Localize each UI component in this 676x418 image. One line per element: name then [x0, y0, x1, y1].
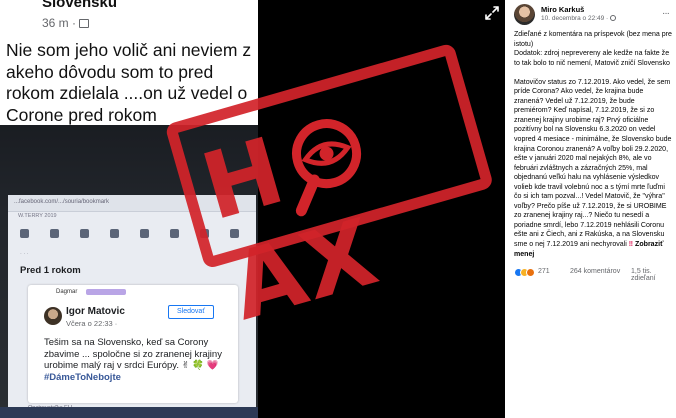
taskbar: [0, 407, 258, 418]
post-panel: Miro Karkuš 10. decembra o 22:49 · ··· Z…: [505, 0, 676, 418]
post-author[interactable]: Miro Karkuš: [541, 5, 584, 14]
memory-card: Dagmar Igor Matovic Včera o 22:33 · Sled…: [28, 285, 238, 403]
nav-icon: [80, 229, 89, 238]
nav-icon: [50, 229, 59, 238]
nav-icon: [140, 229, 149, 238]
laptop-subheading-small: · · ·: [20, 251, 29, 257]
memory-user: Dagmar: [56, 289, 78, 295]
reactions-bar: 271 264 komentárov 1,5 tis. zdieľaní: [514, 268, 674, 282]
follow-button: Sledovať: [168, 305, 214, 319]
post-text: Zdieľané z komentára na príspevok (bez m…: [514, 30, 674, 259]
nav-icon: [170, 229, 179, 238]
reactions-count[interactable]: 271: [538, 268, 550, 275]
phone-post-name: Slovensku: [42, 0, 118, 11]
post-body-text: Zdieľané z komentára na príspevok (bez m…: [514, 31, 672, 249]
hashtag: #DámeToNebojte: [44, 371, 121, 383]
warning-icon: ‼: [628, 241, 634, 249]
people-icon: [79, 19, 90, 28]
nav-icon: [20, 229, 29, 238]
browser-url: ...facebook.com/.../souria/bookmark: [14, 199, 110, 205]
photo-viewer[interactable]: Slovensku 36 m · Nie som jeho volič ani …: [0, 0, 505, 418]
author-avatar[interactable]: [514, 4, 535, 25]
angry-reaction-icon: [526, 268, 535, 277]
expand-icon[interactable]: [485, 6, 499, 20]
redaction-bar: [86, 289, 126, 295]
phone-post-time: 36 m ·: [42, 16, 90, 30]
shares-count[interactable]: 1,5 tis. zdieľaní: [631, 268, 674, 282]
memories-heading: Pred 1 rokom: [20, 265, 81, 276]
avatar: [44, 307, 62, 325]
laptop-meta: W.TERRY 2019: [18, 213, 57, 219]
inner-post-text: Tešim sa na Slovensko, keď sa Corony zba…: [44, 337, 222, 383]
inner-post-date: Včera o 22:33 ·: [66, 319, 118, 328]
inner-post-author: Igor Matovic: [66, 306, 125, 317]
comments-count[interactable]: 264 komentárov: [570, 268, 620, 275]
post-timestamp[interactable]: 10. decembra o 22:49 ·: [541, 15, 617, 22]
nav-icon: [110, 229, 119, 238]
globe-icon: [610, 15, 617, 21]
more-icon[interactable]: ···: [662, 8, 670, 19]
